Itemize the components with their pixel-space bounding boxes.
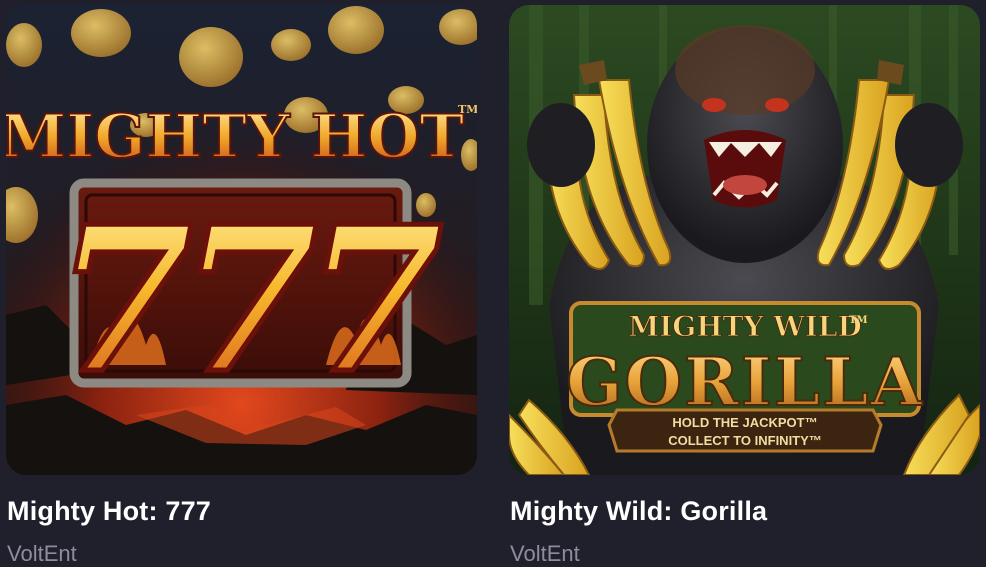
game-provider: VoltEnt (510, 541, 580, 566)
banner-line-1: HOLD THE JACKPOT™ (672, 415, 817, 430)
banner-line-2: COLLECT TO INFINITY™ (668, 433, 822, 448)
svg-text:TM: TM (458, 103, 477, 116)
game-title: Mighty Wild: Gorilla (510, 496, 768, 526)
game-thumbnail-mighty-hot-777[interactable]: MIGHTY HOT TM 777 (6, 5, 477, 475)
game-title: Mighty Hot: 777 (7, 496, 212, 526)
mighty-wild-gorilla-artwork: MIGHTY WILD TM GORILLA HOLD THE JACKPOT™… (509, 5, 980, 475)
svg-text:TM: TM (849, 315, 868, 326)
mighty-hot-logo: MIGHTY HOT (6, 102, 465, 172)
mighty-hot-artwork: MIGHTY HOT TM 777 (6, 5, 477, 475)
mighty-wild-logo: MIGHTY WILD (628, 310, 862, 343)
game-provider: VoltEnt (7, 541, 77, 566)
game-thumbnail-mighty-wild-gorilla[interactable]: MIGHTY WILD TM GORILLA HOLD THE JACKPOT™… (509, 5, 980, 475)
games-grid: MIGHTY HOT TM 777 Mighty Hot: 777 VoltEn… (0, 0, 986, 567)
game-card-mighty-hot-777[interactable]: MIGHTY HOT TM 777 Mighty Hot: 777 VoltEn… (6, 5, 477, 566)
game-card-mighty-wild-gorilla[interactable]: MIGHTY WILD TM GORILLA HOLD THE JACKPOT™… (509, 5, 980, 566)
seven-symbol: 777 (54, 183, 441, 418)
